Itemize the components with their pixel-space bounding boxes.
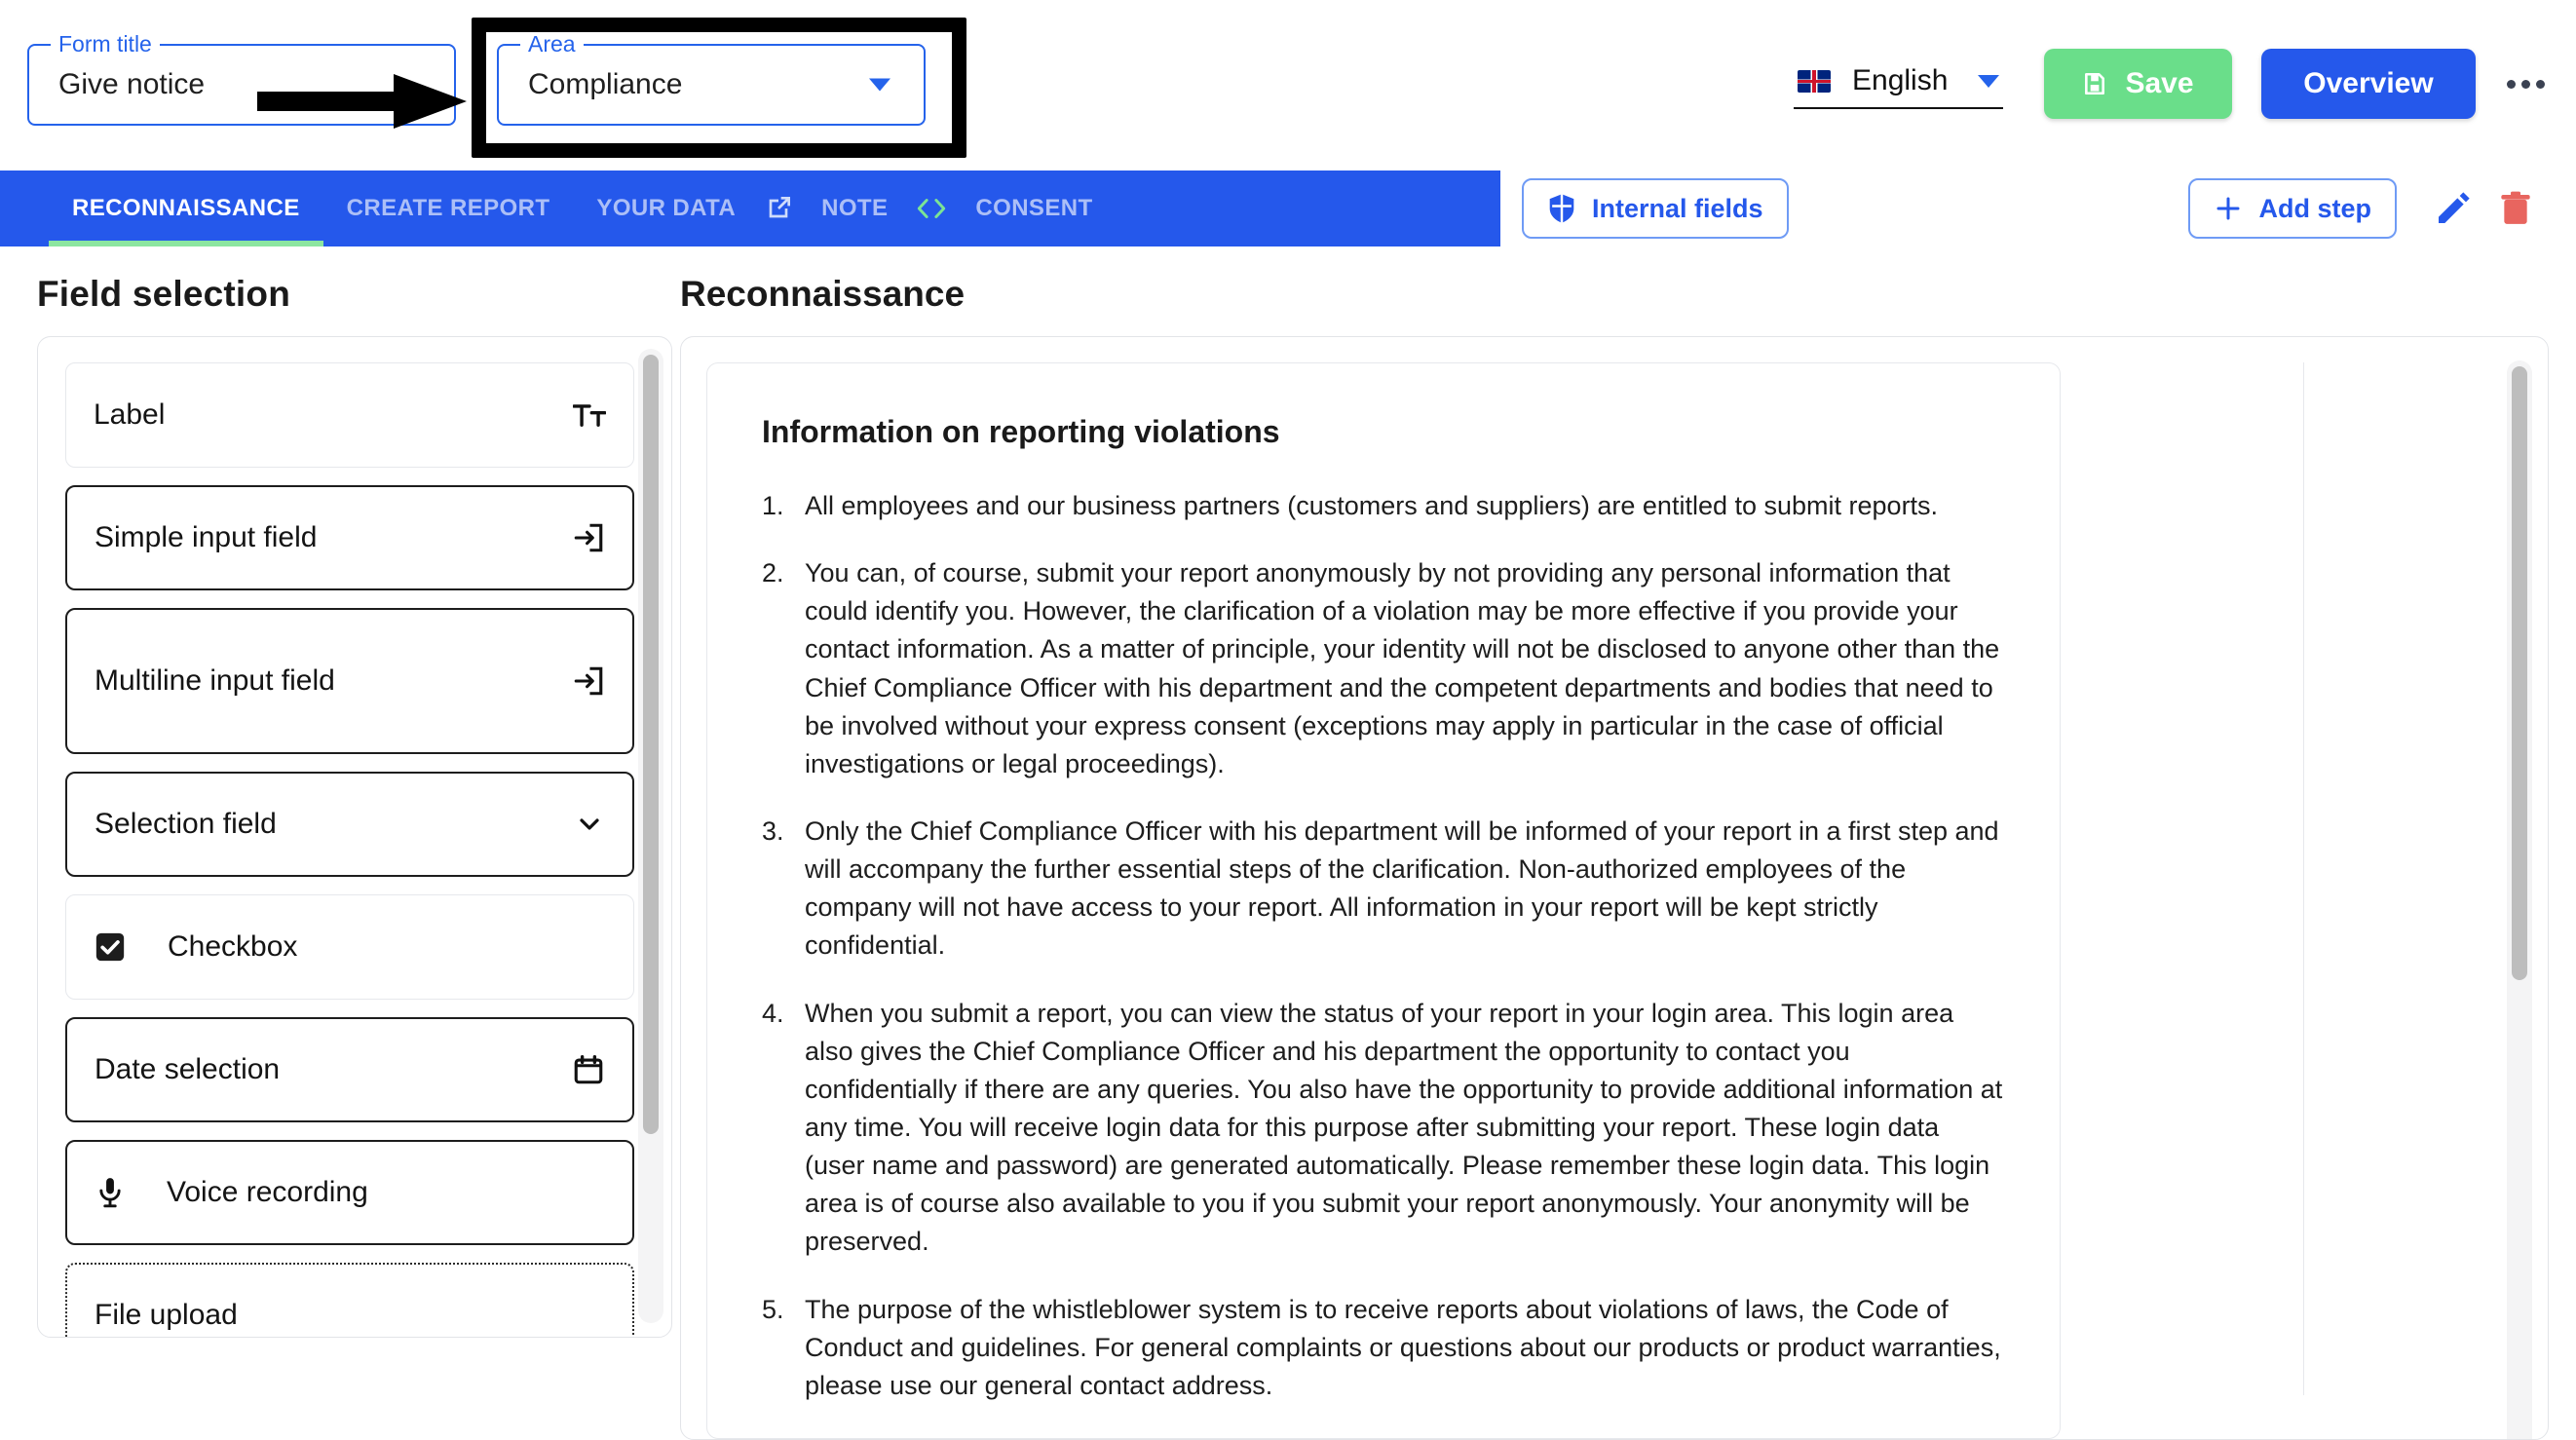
area-dropdown[interactable]: Area Compliance <box>497 29 926 126</box>
internal-fields-label: Internal fields <box>1592 193 1763 223</box>
list-item: When you submit a report, you can view t… <box>762 995 2003 1257</box>
language-selector[interactable]: English <box>1794 58 2003 109</box>
field-item-simple-input[interactable]: Simple input field <box>65 485 634 590</box>
field-item-checkbox[interactable]: Checkbox <box>65 894 634 1000</box>
field-item-file-upload[interactable]: File upload <box>65 1263 634 1337</box>
tab-label: NOTE <box>821 195 889 221</box>
add-step-label: Add step <box>2258 193 2371 223</box>
field-item-label-text: Date selection <box>95 1053 281 1085</box>
shield-icon <box>1549 194 1574 223</box>
tab-bar-actions: Internal fields Add step <box>1500 171 2576 246</box>
form-title-value: Give notice <box>58 68 206 100</box>
field-list-scrollbar-thumb[interactable] <box>643 355 659 1134</box>
tab-label: CONSENT <box>975 195 1093 221</box>
tab-your-data[interactable]: YOUR DATA <box>573 171 759 246</box>
form-title-field[interactable]: Form title Give notice <box>27 29 456 126</box>
field-selection-panel: Label Simple input field Multiline input… <box>37 336 672 1338</box>
checkbox-checked-icon <box>94 930 127 964</box>
tab-bar: RECONNAISSANCE CREATE REPORT YOUR DATA N… <box>0 171 2576 246</box>
chevron-down-icon[interactable] <box>1978 74 1999 88</box>
field-selection-column: Field selection Label Simple input field <box>0 246 672 1440</box>
top-bar: Form title Give notice Area Compliance E… <box>0 0 2576 171</box>
calendar-icon <box>572 1053 605 1086</box>
tab-consent[interactable]: CONSENT <box>952 171 1116 246</box>
field-selection-title: Field selection <box>37 274 291 314</box>
list-item: Only the Chief Compliance Officer with h… <box>762 813 1999 961</box>
content-column: Reconnaissance Information on reporting … <box>672 246 2576 1440</box>
field-item-selection-field[interactable]: Selection field <box>65 772 634 877</box>
input-field-icon <box>572 664 605 698</box>
content-scrollbar-thumb[interactable] <box>2512 366 2527 980</box>
list-item: All employees and our business partners … <box>762 487 1939 525</box>
internal-fields-button[interactable]: Internal fields <box>1522 178 1789 239</box>
input-field-icon <box>572 521 605 554</box>
field-item-label-text: File upload <box>95 1299 238 1331</box>
header-actions: English Save Overview <box>1794 49 2549 119</box>
more-options-icon[interactable] <box>2503 66 2549 102</box>
add-step-button[interactable]: Add step <box>2188 178 2397 239</box>
chevron-down-icon[interactable] <box>869 78 890 92</box>
overview-button[interactable]: Overview <box>2261 49 2476 119</box>
microphone-icon <box>95 1176 126 1209</box>
language-label: English <box>1852 64 1949 96</box>
field-list-scrollbar[interactable] <box>638 349 663 1323</box>
field-item-date-selection[interactable]: Date selection <box>65 1017 634 1122</box>
uk-flag-icon <box>1798 69 1831 93</box>
tab-note[interactable]: NOTE <box>798 171 911 246</box>
text-format-icon <box>573 401 606 429</box>
form-title-legend: Form title <box>51 29 160 58</box>
delete-step-button[interactable] <box>2484 177 2547 240</box>
content-block[interactable]: Information on reporting violations All … <box>706 362 2061 1439</box>
floppy-disk-icon <box>2085 72 2105 95</box>
code-brackets-icon[interactable] <box>911 196 952 221</box>
save-button[interactable]: Save <box>2044 49 2232 119</box>
tab-label: RECONNAISSANCE <box>72 195 300 221</box>
field-item-multiline-input[interactable]: Multiline input field <box>65 608 634 754</box>
tab-reconnaissance[interactable]: RECONNAISSANCE <box>49 171 323 246</box>
edit-step-button[interactable] <box>2422 177 2484 240</box>
trash-icon <box>2501 191 2530 224</box>
tab-create-report[interactable]: CREATE REPORT <box>323 171 574 246</box>
step-content-panel: Information on reporting violations All … <box>680 336 2549 1440</box>
area-legend: Area <box>520 29 584 58</box>
plus-icon <box>2216 197 2240 220</box>
content-divider <box>2303 362 2304 1395</box>
rules-list: All employees and our business partners … <box>762 487 2005 1405</box>
page-title: Reconnaissance <box>680 274 966 314</box>
content-scrollbar[interactable] <box>2507 360 2532 1439</box>
tab-label: YOUR DATA <box>596 195 737 221</box>
area-value: Compliance <box>528 68 683 100</box>
field-item-label-text: Checkbox <box>168 930 298 963</box>
field-item-voice-recording[interactable]: Voice recording <box>65 1140 634 1245</box>
save-button-label: Save <box>2125 67 2194 99</box>
external-link-icon[interactable] <box>759 193 798 224</box>
field-item-label-text: Multiline input field <box>95 664 335 697</box>
list-item: The purpose of the whistleblower system … <box>762 1291 2001 1400</box>
field-item-label-text: Label <box>94 398 166 431</box>
chevron-down-icon <box>574 809 605 840</box>
field-item-label[interactable]: Label <box>65 362 634 468</box>
page-body: Field selection Label Simple input field <box>0 246 2576 1440</box>
pencil-icon <box>2439 192 2470 223</box>
list-item: You can, of course, submit your report a… <box>762 554 2000 778</box>
field-item-label-text: Voice recording <box>167 1176 368 1208</box>
tab-list: RECONNAISSANCE CREATE REPORT YOUR DATA N… <box>0 171 1500 246</box>
content-heading: Information on reporting violations <box>762 414 1280 449</box>
overview-button-label: Overview <box>2303 67 2434 99</box>
tab-label: CREATE REPORT <box>346 195 550 221</box>
field-item-label-text: Simple input field <box>95 521 318 553</box>
field-item-label-text: Selection field <box>95 808 277 840</box>
